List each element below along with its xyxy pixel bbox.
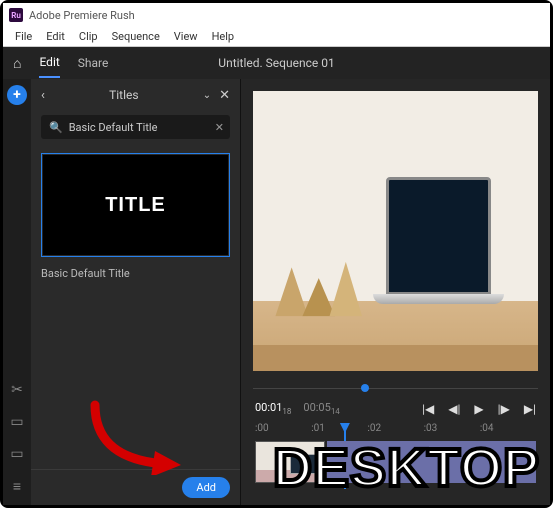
home-icon[interactable]: ⌂ [13,55,21,72]
tracks-icon[interactable]: ≡ [13,478,21,495]
title-preset-thumb[interactable]: TITLE [41,153,230,257]
program-monitor[interactable] [253,91,538,371]
timeline-tracks[interactable] [255,441,536,497]
app-title: Adobe Premiere Rush [29,9,135,22]
add-button[interactable]: Add [182,477,230,498]
scissors-icon[interactable]: ✂ [11,382,23,398]
video-clip[interactable] [255,441,325,483]
search-input[interactable] [69,121,209,134]
timecode-total: 00:0514 [303,401,339,416]
step-fwd-icon[interactable]: |▶ [498,402,510,416]
title-clip[interactable] [327,441,536,483]
tool-icon-2[interactable]: ▭ [10,446,23,462]
tab-edit[interactable]: Edit [39,48,59,78]
clear-search-icon[interactable]: ✕ [215,121,224,134]
skip-back-icon[interactable]: |◀ [422,402,434,416]
scrub-bar[interactable] [253,381,538,395]
laptop-graphic [373,177,504,345]
tab-share[interactable]: Share [78,49,109,77]
thumb-text: TITLE [43,155,228,255]
back-icon[interactable]: ‹ [41,88,45,103]
skip-fwd-icon[interactable]: ▶| [524,402,536,416]
step-back-icon[interactable]: ◀| [448,402,460,416]
decor-prisms [270,233,378,345]
app-icon: Ru [9,8,23,22]
scrub-handle[interactable] [361,384,369,392]
menu-sequence[interactable]: Sequence [106,28,166,45]
play-icon[interactable]: ▶ [474,402,483,416]
playback-controls: 00:0118 00:0514 |◀ ◀| ▶ |▶ ▶| [241,395,550,423]
close-panel-icon[interactable]: ✕ [219,88,230,103]
topbar: ⌂ Edit Share Untitled. Sequence 01 [3,47,550,79]
search-bar: 🔍 ✕ [41,115,230,139]
menubar: File Edit Clip Sequence View Help [3,27,550,47]
timecode-current: 00:0118 [255,401,291,416]
thumb-label: Basic Default Title [31,261,240,286]
menu-help[interactable]: Help [206,28,241,45]
tool-icon-1[interactable]: ▭ [10,414,23,430]
preview-area: 00:0118 00:0514 |◀ ◀| ▶ |▶ ▶| :00 :01 :0… [241,79,550,505]
menu-edit[interactable]: Edit [40,28,71,45]
titles-panel: ‹ Titles ⌄ ✕ 🔍 ✕ TITLE Basic Default Tit… [31,79,241,505]
chevron-down-icon[interactable]: ⌄ [203,90,211,101]
add-media-button[interactable]: + [7,85,27,105]
window-titlebar: Ru Adobe Premiere Rush [3,3,550,27]
sequence-title: Untitled. Sequence 01 [218,56,334,70]
time-ruler[interactable]: :00 :01 :02 :03 :04 [241,423,550,441]
menu-file[interactable]: File [9,28,38,45]
menu-view[interactable]: View [168,28,204,45]
panel-title: Titles [53,88,195,102]
menu-clip[interactable]: Clip [73,28,104,45]
search-icon: 🔍 [49,121,63,134]
